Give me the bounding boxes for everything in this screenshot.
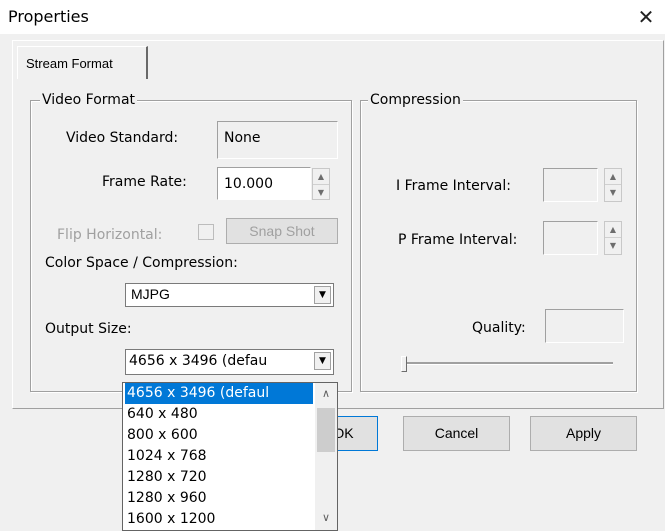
frame-rate-input[interactable]: 10.000 bbox=[217, 167, 311, 200]
quality-input[interactable] bbox=[545, 309, 624, 343]
spin-up-icon[interactable]: ▲ bbox=[605, 222, 621, 238]
i-frame-spinner[interactable]: ▲ ▼ bbox=[604, 168, 622, 202]
flip-horizontal-label: Flip Horizontal: bbox=[57, 227, 163, 243]
apply-button[interactable]: Apply bbox=[530, 416, 637, 451]
video-standard-field: None bbox=[217, 121, 338, 159]
color-space-value: MJPG bbox=[131, 286, 170, 302]
p-frame-interval-input[interactable] bbox=[543, 221, 598, 255]
list-item[interactable]: 1280 x 960 bbox=[125, 488, 207, 509]
video-standard-label: Video Standard: bbox=[66, 130, 179, 146]
output-size-dropdown-list[interactable]: 4656 x 3496 (defaul 640 x 480 800 x 600 … bbox=[122, 382, 338, 531]
scrollbar-thumb[interactable] bbox=[317, 408, 335, 452]
list-item[interactable]: 1280 x 720 bbox=[125, 467, 207, 488]
frame-rate-spinner[interactable]: ▲ ▼ bbox=[312, 168, 330, 200]
output-size-select[interactable]: 4656 x 3496 (defau ▼ bbox=[125, 349, 334, 375]
dropdown-scrollbar[interactable]: ∧ ∨ bbox=[315, 383, 337, 530]
scroll-down-icon[interactable]: ∨ bbox=[315, 511, 337, 524]
output-size-value: 4656 x 3496 (defau bbox=[129, 353, 268, 369]
compression-title: Compression bbox=[368, 92, 463, 108]
video-standard-value: None bbox=[224, 130, 261, 146]
chevron-down-icon[interactable]: ▼ bbox=[314, 286, 331, 304]
frame-rate-value: 10.000 bbox=[224, 176, 273, 192]
flip-horizontal-checkbox[interactable] bbox=[198, 224, 214, 240]
chevron-down-icon[interactable]: ▼ bbox=[314, 352, 331, 370]
spin-down-icon[interactable]: ▼ bbox=[605, 185, 621, 200]
scroll-up-icon[interactable]: ∧ bbox=[315, 387, 337, 400]
snap-shot-button[interactable]: Snap Shot bbox=[226, 218, 338, 244]
spin-up-icon[interactable]: ▲ bbox=[313, 169, 329, 185]
quality-slider-track[interactable] bbox=[401, 362, 613, 365]
list-item[interactable]: 1024 x 768 bbox=[125, 446, 207, 467]
i-frame-interval-label: I Frame Interval: bbox=[396, 178, 511, 194]
list-item[interactable]: 4656 x 3496 (defaul bbox=[125, 383, 313, 404]
list-item[interactable]: 1600 x 1200 bbox=[125, 509, 215, 530]
spin-up-icon[interactable]: ▲ bbox=[605, 169, 621, 185]
list-item[interactable]: 640 x 480 bbox=[125, 404, 198, 425]
close-icon[interactable]: ✕ bbox=[632, 4, 660, 30]
p-frame-spinner[interactable]: ▲ ▼ bbox=[604, 221, 622, 255]
window-title: Properties bbox=[8, 7, 89, 26]
spin-down-icon[interactable]: ▼ bbox=[313, 185, 329, 200]
output-size-label: Output Size: bbox=[45, 321, 132, 337]
color-space-select[interactable]: MJPG ▼ bbox=[125, 283, 334, 307]
i-frame-interval-input[interactable] bbox=[543, 168, 598, 202]
quality-label: Quality: bbox=[472, 320, 526, 336]
title-bar bbox=[0, 0, 665, 34]
video-format-title: Video Format bbox=[40, 92, 138, 108]
frame-rate-label: Frame Rate: bbox=[102, 174, 187, 190]
p-frame-interval-label: P Frame Interval: bbox=[398, 232, 518, 248]
color-space-label: Color Space / Compression: bbox=[45, 255, 238, 271]
spin-down-icon[interactable]: ▼ bbox=[605, 238, 621, 253]
list-item[interactable]: 800 x 600 bbox=[125, 425, 198, 446]
cancel-button[interactable]: Cancel bbox=[403, 416, 510, 451]
tab-stream-format[interactable]: Stream Format bbox=[17, 46, 148, 79]
quality-slider-thumb[interactable] bbox=[401, 356, 407, 372]
